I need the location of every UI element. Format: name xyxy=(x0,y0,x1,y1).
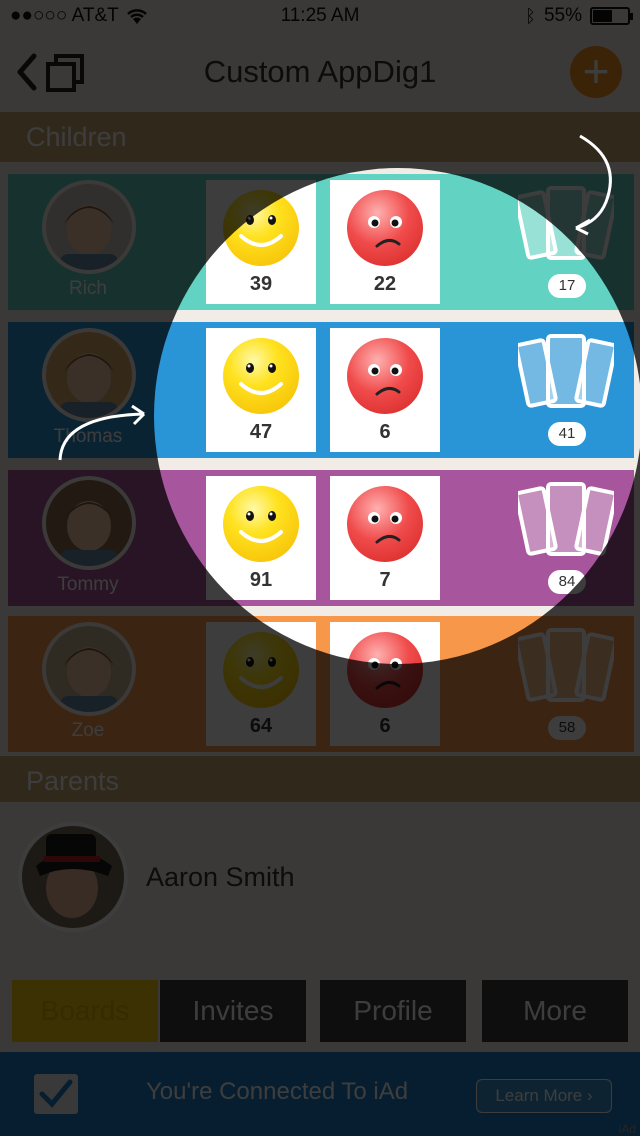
child-row[interactable]: Zoe 64 6 58 xyxy=(8,616,634,752)
happy-count: 39 xyxy=(249,273,273,295)
happy-tile[interactable]: 91 xyxy=(206,476,316,600)
child-name: Thomas xyxy=(53,426,123,447)
iad-message: You're Connected To iAd xyxy=(146,1078,409,1105)
tab-invites[interactable]: Invites xyxy=(160,980,306,1042)
cards-count-badge: 84 xyxy=(548,570,586,594)
sad-count: 22 xyxy=(373,273,397,295)
happy-tile[interactable]: 39 xyxy=(206,180,316,304)
clock: 11:25 AM xyxy=(280,5,360,26)
child-avatar xyxy=(42,622,136,716)
nav-bar: Custom AppDig1 + xyxy=(0,32,640,112)
iad-mark: iAd xyxy=(618,1122,636,1136)
tab-profile[interactable]: Profile xyxy=(320,980,466,1042)
cards-icon[interactable] xyxy=(518,480,614,564)
cards-count-badge: 41 xyxy=(548,422,586,446)
tab-more[interactable]: More xyxy=(482,980,628,1042)
sad-count: 6 xyxy=(379,421,391,443)
child-row[interactable]: Thomas 47 6 41 xyxy=(8,322,634,458)
parent-row[interactable]: Aaron Smith xyxy=(0,802,640,958)
child-row[interactable]: Rich 39 22 17 xyxy=(8,174,634,310)
app-screen: ●●○○○ AT&T 11:25 AM ᛒ 55% Custom AppDig1… xyxy=(0,0,640,1136)
tab-boards[interactable]: Boards xyxy=(12,980,158,1042)
child-avatar xyxy=(42,328,136,422)
child-row[interactable]: Tommy 91 7 84 xyxy=(8,470,634,606)
child-name: Rich xyxy=(68,278,107,299)
page-title: Custom AppDig1 xyxy=(203,54,437,89)
checkmark-icon xyxy=(34,1074,78,1114)
happy-face-icon xyxy=(223,338,299,414)
sad-tile[interactable]: 7 xyxy=(330,476,440,600)
child-avatar xyxy=(42,180,136,274)
sad-count: 6 xyxy=(379,715,391,737)
happy-face-icon xyxy=(223,632,299,708)
cards-count-badge: 58 xyxy=(548,716,586,740)
cards-icon[interactable] xyxy=(518,332,614,416)
child-avatar xyxy=(42,476,136,570)
battery-icon xyxy=(590,7,633,25)
bottom-tabs: Boards Invites Profile More xyxy=(0,980,640,1042)
child-name: Tommy xyxy=(57,574,119,595)
sad-face-icon xyxy=(347,338,423,414)
plus-icon: + xyxy=(582,45,610,97)
child-name: Zoe xyxy=(71,720,105,741)
status-bar: ●●○○○ AT&T 11:25 AM ᛒ 55% xyxy=(0,0,640,32)
happy-count: 47 xyxy=(249,421,273,443)
sad-face-icon xyxy=(347,632,423,708)
cards-icon[interactable] xyxy=(518,184,614,268)
sad-tile[interactable]: 22 xyxy=(330,180,440,304)
happy-count: 91 xyxy=(249,569,273,591)
sad-tile[interactable]: 6 xyxy=(330,622,440,746)
iad-banner[interactable]: You're Connected To iAd Learn More › iAd xyxy=(0,1052,640,1136)
happy-face-icon xyxy=(223,190,299,266)
sad-face-icon xyxy=(347,486,423,562)
cards-count-badge: 17 xyxy=(548,274,586,298)
parent-avatar xyxy=(18,822,128,932)
happy-face-icon xyxy=(223,486,299,562)
sad-tile[interactable]: 6 xyxy=(330,328,440,452)
back-button[interactable] xyxy=(14,50,90,94)
sad-face-icon xyxy=(347,190,423,266)
happy-tile[interactable]: 47 xyxy=(206,328,316,452)
happy-tile[interactable]: 64 xyxy=(206,622,316,746)
children-section-header: Children xyxy=(0,112,640,162)
learn-more-button[interactable]: Learn More › xyxy=(476,1079,612,1113)
add-button[interactable]: + xyxy=(570,46,622,98)
sad-count: 7 xyxy=(379,569,391,591)
parent-name: Aaron Smith xyxy=(146,862,295,892)
cards-icon[interactable] xyxy=(518,626,614,710)
happy-count: 64 xyxy=(249,715,273,737)
parents-section-header: Parents xyxy=(0,756,640,806)
